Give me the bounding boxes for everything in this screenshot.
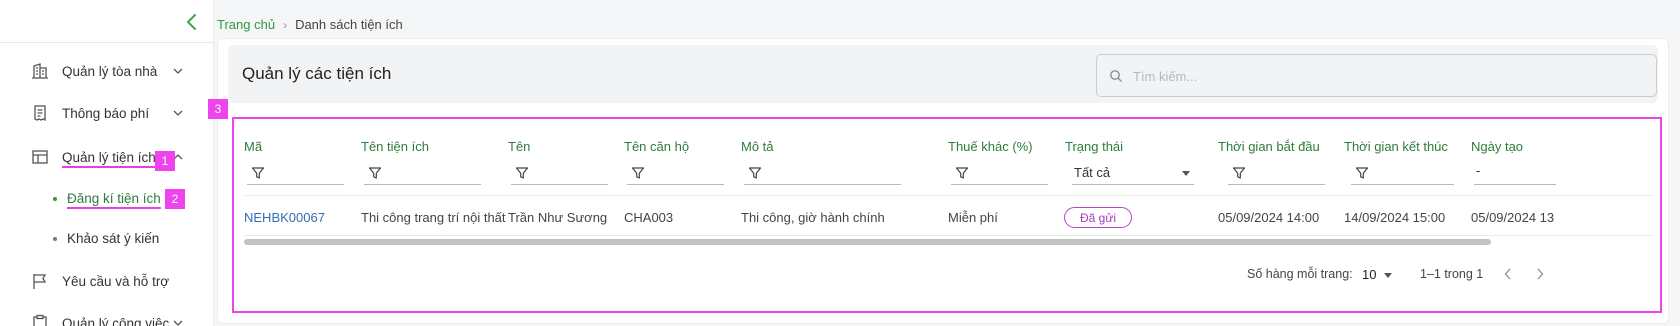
filter-description[interactable] — [744, 161, 901, 185]
filter-icon — [251, 167, 265, 179]
rows-per-page-label: Số hàng mỗi trang: — [1247, 267, 1353, 281]
filter-created[interactable]: - — [1474, 161, 1556, 185]
header-divider — [244, 195, 1654, 196]
search-box[interactable] — [1096, 54, 1657, 97]
column-header-end-time[interactable]: Thời gian kết thúc — [1344, 139, 1448, 154]
caret-down-icon — [1384, 273, 1392, 278]
sidebar-item-label: Quản lý tiện ích — [62, 149, 156, 165]
sidebar-item-tasks[interactable]: Quản lý công việc — [0, 308, 214, 326]
sidebar-item-support[interactable]: Yêu cầu và hỗ trợ — [0, 266, 214, 296]
filter-icon — [515, 167, 529, 179]
cell-utility: Thi công trang trí nội thất — [361, 210, 506, 225]
filter-icon — [955, 167, 969, 179]
created-filter-value: - — [1476, 163, 1481, 178]
sidebar-item-building[interactable]: Quản lý tòa nhà — [0, 56, 214, 86]
cell-tax: Miễn phí — [948, 210, 998, 225]
filter-icon — [1232, 167, 1246, 179]
page-title: Quản lý các tiện ích — [242, 64, 392, 83]
cell-apartment: CHA003 — [624, 210, 674, 225]
app-root: Quản lý tòa nhà Thông báo phí Quản lý ti… — [0, 0, 1680, 326]
rows-per-page-value: 10 — [1362, 267, 1377, 282]
rows-per-page-select[interactable]: 10 — [1358, 265, 1398, 285]
filter-utility[interactable] — [364, 161, 481, 185]
sidebar-item-label: Yêu cầu và hỗ trợ — [62, 273, 170, 289]
cell-created: 05/09/2024 13 — [1471, 210, 1555, 225]
sidebar-subitem-survey[interactable]: Khảo sát ý kiến — [0, 226, 214, 252]
layout-icon — [30, 147, 50, 167]
pagination-range: 1–1 trong 1 — [1420, 267, 1484, 281]
header-bar: Quản lý các tiện ích — [228, 45, 1658, 103]
sidebar: Quản lý tòa nhà Thông báo phí Quản lý ti… — [0, 0, 214, 326]
filter-status-select[interactable]: Tất cả — [1072, 161, 1194, 185]
chevron-right-icon — [1537, 268, 1544, 280]
column-header-utility[interactable]: Tên tiện ích — [361, 139, 429, 154]
filter-icon — [1355, 167, 1369, 179]
cell-start-time: 05/09/2024 14:00 — [1218, 210, 1320, 225]
chevron-down-icon — [172, 107, 184, 119]
data-table: Mã Tên tiện ích Tên Tên căn hộ Mô tả Thu… — [232, 117, 1662, 313]
filter-start-time[interactable] — [1228, 161, 1325, 185]
chevron-down-icon — [172, 317, 184, 326]
cell-code-link[interactable]: NEHBK00067 — [244, 210, 325, 225]
column-header-start-time[interactable]: Thời gian bắt đầu — [1218, 139, 1320, 154]
filter-name[interactable] — [511, 161, 608, 185]
column-header-name[interactable]: Tên — [508, 139, 530, 154]
breadcrumb-separator: › — [283, 17, 288, 32]
search-input[interactable] — [1133, 65, 1633, 87]
sidebar-subitem-label: Khảo sát ý kiến — [67, 231, 160, 246]
filter-apartment[interactable] — [627, 161, 724, 185]
building-icon — [30, 61, 50, 81]
filter-code[interactable] — [247, 161, 344, 185]
cell-name: Trần Như Sương — [508, 210, 608, 225]
receipt-icon — [30, 103, 50, 123]
filter-icon — [368, 167, 382, 179]
sidebar-item-utilities[interactable]: Quản lý tiện ích — [0, 142, 214, 172]
column-header-apartment[interactable]: Tên căn hộ — [624, 139, 689, 154]
annotation-badge-3: 3 — [208, 99, 228, 119]
sidebar-subitem-label: Đăng kí tiện ích — [67, 191, 161, 206]
sidebar-divider — [0, 42, 214, 43]
filter-icon — [631, 167, 645, 179]
sidebar-item-label: Thông báo phí — [62, 105, 150, 121]
horizontal-scrollbar[interactable] — [244, 239, 1491, 245]
collapse-sidebar-button[interactable] — [180, 10, 204, 34]
column-header-created[interactable]: Ngày tạo — [1471, 139, 1523, 154]
breadcrumb: Trang chủ › Danh sách tiện ích — [217, 17, 403, 32]
status-badge: Đã gửi — [1064, 207, 1132, 228]
clipboard-icon — [30, 313, 50, 326]
search-icon — [1110, 70, 1122, 82]
column-header-status[interactable]: Trạng thái — [1065, 139, 1123, 154]
caret-down-icon — [1182, 171, 1190, 176]
bullet-dot — [53, 237, 57, 241]
cell-description: Thi công, giờ hành chính — [741, 210, 885, 225]
main-card: Quản lý các tiện ích 3 Mã Tên tiện ích T… — [208, 38, 1669, 324]
status-filter-value: Tất cả — [1074, 165, 1111, 180]
column-header-code[interactable]: Mã — [244, 139, 262, 154]
column-header-description[interactable]: Mô tả — [741, 139, 774, 154]
prev-page-button[interactable] — [1496, 262, 1520, 286]
filter-tax[interactable] — [951, 161, 1048, 185]
annotation-badge-1: 1 — [155, 151, 175, 171]
breadcrumb-home-link[interactable]: Trang chủ — [217, 17, 275, 32]
sidebar-item-label: Quản lý công việc — [62, 315, 170, 326]
flag-icon — [30, 271, 50, 291]
chevron-left-icon — [187, 14, 196, 30]
sidebar-item-label: Quản lý tòa nhà — [62, 63, 158, 79]
chevron-down-icon — [172, 65, 184, 77]
bullet-dot — [53, 197, 57, 201]
column-header-tax[interactable]: Thuế khác (%) — [948, 139, 1033, 154]
filter-end-time[interactable] — [1351, 161, 1454, 185]
breadcrumb-current: Danh sách tiện ích — [295, 17, 403, 32]
sidebar-item-fee-notice[interactable]: Thông báo phí — [0, 98, 214, 128]
chevron-left-icon — [1504, 268, 1511, 280]
cell-end-time: 14/09/2024 15:00 — [1344, 210, 1446, 225]
annotation-badge-2: 2 — [165, 189, 185, 209]
row-divider — [244, 235, 1654, 236]
next-page-button[interactable] — [1528, 262, 1552, 286]
filter-icon — [748, 167, 762, 179]
